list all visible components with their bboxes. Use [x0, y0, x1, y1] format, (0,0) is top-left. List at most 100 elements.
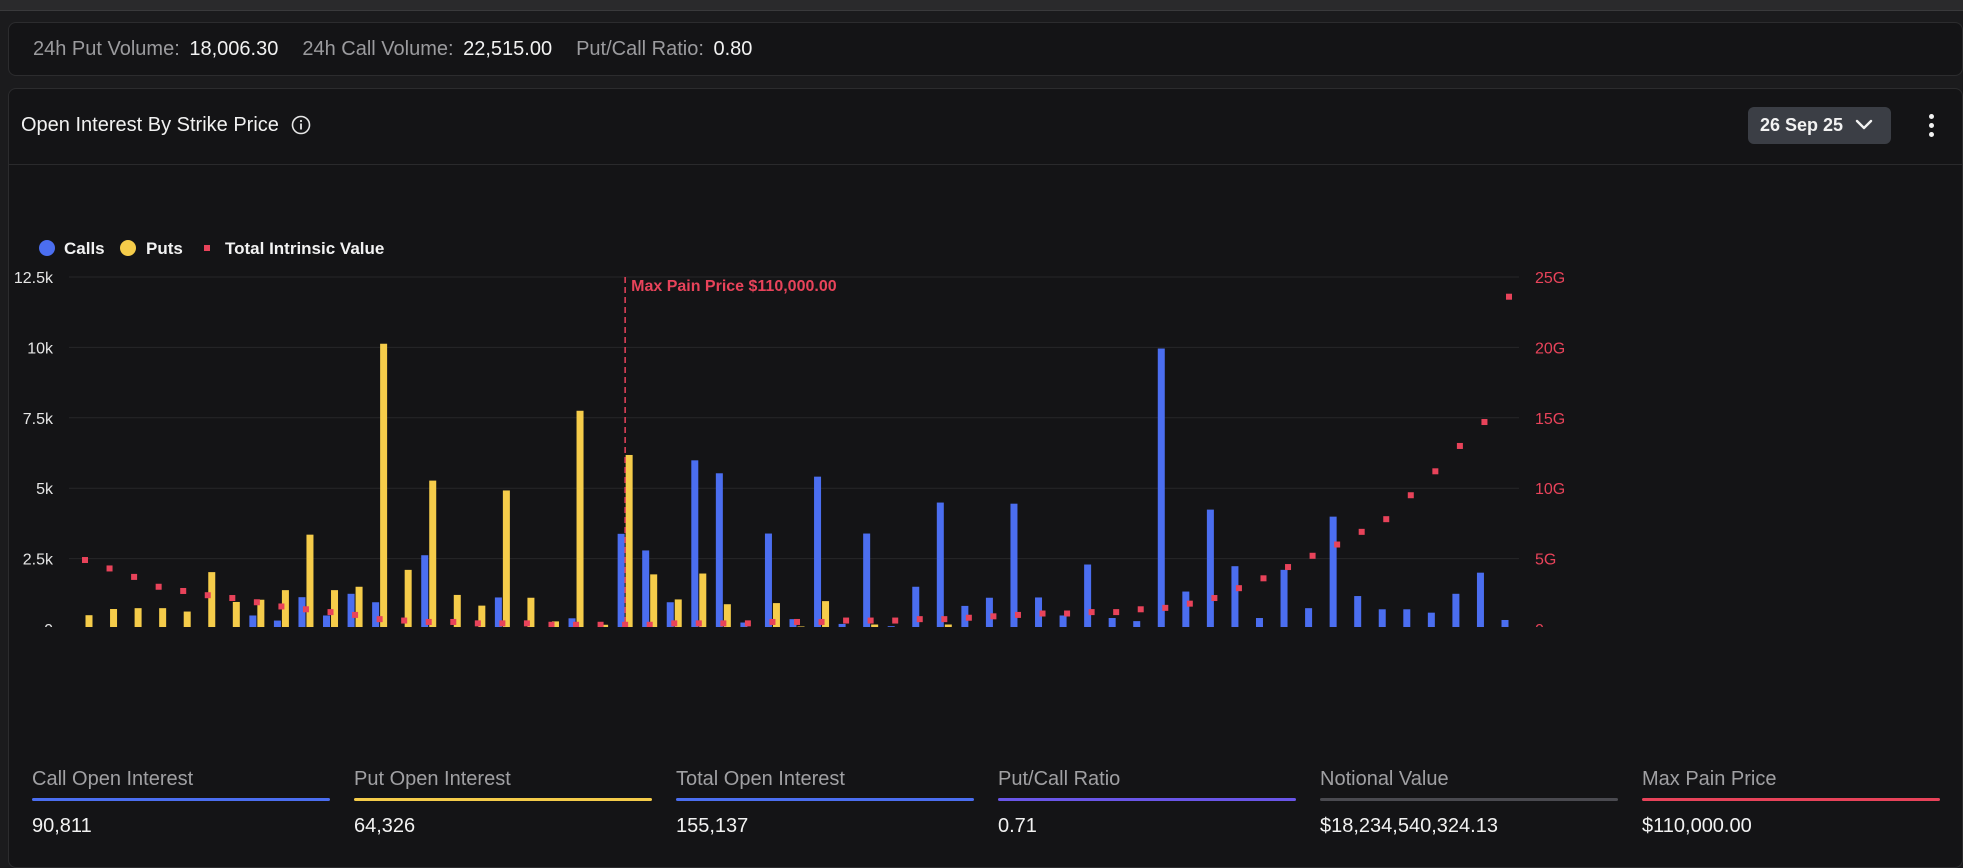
call-volume-stat: 24h Call Volume: 22,515.00 [302, 38, 552, 61]
intrinsic-value-point [253, 599, 260, 606]
intrinsic-value-point [1309, 552, 1316, 559]
call-bar [838, 623, 846, 627]
intrinsic-value-point [499, 620, 506, 627]
plot-area: 02.5k5k7.5k10k12.5k05G10G15G20G25G200003… [14, 270, 1565, 627]
call-bar [1378, 609, 1386, 627]
call-bar [985, 597, 993, 627]
intrinsic-value-point [695, 620, 702, 627]
intrinsic-value-point [278, 603, 285, 610]
metric-value: $18,234,540,324.13 [1320, 815, 1498, 837]
put-bar [380, 343, 388, 627]
call-bar [814, 476, 822, 627]
call-bar [1501, 619, 1509, 627]
expiry-date-dropdown[interactable]: 26 Sep 25 [1748, 107, 1891, 144]
y-right-tick-label: 0 [1535, 622, 1544, 627]
call-bar [323, 615, 331, 627]
metric-call-open-interest: Call Open Interest 90,811 [32, 768, 330, 838]
metric-max-pain-price: Max Pain Price $110,000.00 [1642, 768, 1940, 838]
call-bar [764, 533, 772, 627]
y-left-tick-label: 10k [27, 340, 54, 357]
call-bar [642, 550, 650, 627]
call-bar [1133, 621, 1141, 627]
intrinsic-value-point [843, 617, 850, 624]
put-bar [306, 534, 314, 627]
intrinsic-value-point [425, 618, 432, 625]
max-pain-label: Max Pain Price $110,000.00 [631, 278, 837, 295]
open-interest-chart: Calls Puts Total Intrinsic Value 0 2.5k 5k… [14, 239, 1565, 627]
intrinsic-value-point [1039, 610, 1046, 617]
call-bar [1010, 503, 1018, 627]
put-bar [699, 573, 707, 627]
put-volume-value: 18,006.30 [189, 37, 279, 60]
call-bar [1476, 572, 1484, 627]
y-right-tick-label: 15G [1535, 411, 1565, 428]
intrinsic-value-point [106, 565, 113, 572]
kebab-menu-icon[interactable] [1921, 111, 1941, 141]
intrinsic-value-point [474, 620, 481, 627]
metric-value: 155,137 [676, 815, 749, 837]
y-right-tick-label: 25G [1535, 270, 1565, 287]
intrinsic-value-point [1407, 492, 1414, 499]
metric-value: $110,000.00 [1642, 815, 1752, 837]
call-bar [1059, 615, 1067, 627]
legend-item-intrinsic[interactable]: Total Intrinsic Value [204, 239, 384, 258]
intrinsic-value-point [180, 587, 187, 594]
intrinsic-value-point [965, 614, 972, 621]
intrinsic-value-point [867, 617, 874, 624]
put-bar [797, 626, 805, 627]
call-bar [421, 555, 429, 627]
intrinsic-value-point [769, 618, 776, 625]
intrinsic-value-point [916, 616, 923, 623]
legend-item-puts[interactable]: Puts [120, 239, 183, 258]
intrinsic-value-point [1113, 609, 1120, 616]
intrinsic-value-point [450, 618, 457, 625]
intrinsic-value-point [1432, 468, 1439, 475]
intrinsic-value-point [1456, 442, 1463, 449]
legend-item-calls[interactable]: Calls [39, 239, 105, 258]
call-bar [691, 460, 699, 627]
intrinsic-value-point [1285, 564, 1292, 571]
metric-underline [32, 798, 330, 801]
put-bar [429, 480, 437, 627]
y-right-tick-label: 10G [1535, 481, 1565, 498]
put-bar [502, 490, 510, 627]
put-bar [134, 608, 142, 627]
intrinsic-value-point [1358, 528, 1365, 535]
metric-label: Put/Call Ratio [998, 768, 1121, 790]
intrinsic-legend-marker [204, 245, 210, 251]
intrinsic-value-point [1506, 293, 1512, 300]
intrinsic-value-point [1383, 516, 1390, 523]
y-left-tick-label: 7.5k [23, 411, 54, 428]
put-call-ratio-stat: Put/Call Ratio: 0.80 [576, 38, 752, 61]
metric-underline [676, 798, 974, 801]
y-left-tick-label: 2.5k [23, 552, 54, 569]
info-icon[interactable] [291, 115, 311, 135]
metric-label: Put Open Interest [354, 768, 511, 790]
intrinsic-value-point [155, 583, 162, 590]
intrinsic-value-point [1064, 610, 1071, 617]
intrinsic-value-point [352, 611, 359, 618]
intrinsic-value-point [744, 620, 751, 627]
metric-label: Total Open Interest [676, 768, 845, 790]
call-bar [1452, 593, 1460, 627]
intrinsic-value-point [573, 621, 580, 627]
call-bar [936, 502, 944, 627]
intrinsic-value-point [82, 557, 88, 564]
intrinsic-value-point [302, 606, 309, 613]
intrinsic-value-point [892, 617, 899, 624]
metric-label: Call Open Interest [32, 768, 194, 790]
intrinsic-value-point [794, 618, 800, 625]
open-interest-panel: Open Interest By Strike Price 26 Sep 25 … [8, 88, 1963, 868]
call-bar [1108, 618, 1116, 627]
metric-notional-value: Notional Value $18,234,540,324.13 [1320, 768, 1618, 838]
metric-underline [354, 798, 652, 801]
call-bar [1305, 608, 1313, 627]
chart-legend: Calls Puts Total Intrinsic Value [39, 239, 384, 258]
call-bar [1427, 612, 1435, 627]
put-bar [355, 586, 363, 627]
chevron-down-icon [1855, 119, 1873, 130]
call-bar [273, 620, 281, 627]
volume-stats-bar: 24h Put Volume: 18,006.30 24h Call Volum… [8, 22, 1963, 76]
metric-underline [1320, 798, 1618, 801]
put-bar [85, 615, 93, 627]
